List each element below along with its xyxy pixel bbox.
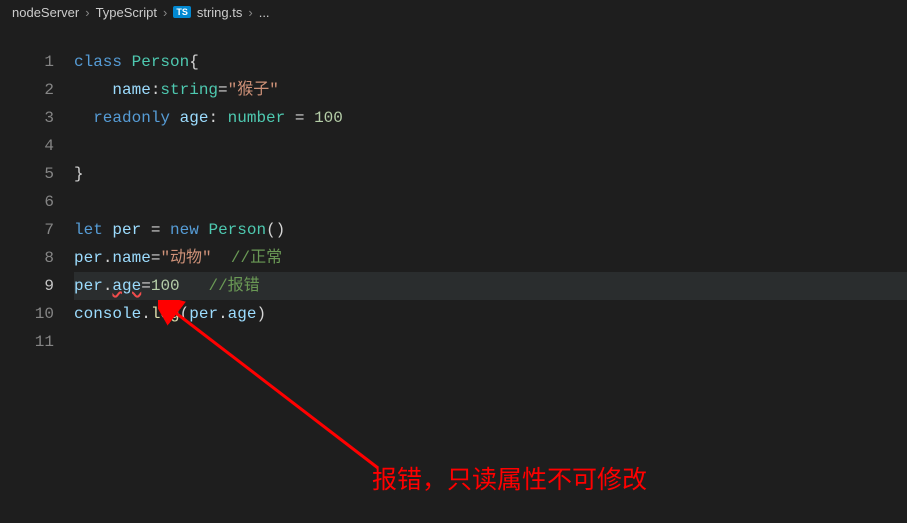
line-number[interactable]: 5 [0, 160, 54, 188]
chevron-right-icon: › [163, 5, 167, 20]
code-line [74, 328, 907, 356]
line-number[interactable]: 7 [0, 216, 54, 244]
breadcrumb-folder[interactable]: TypeScript [96, 5, 157, 20]
code-line-active: per.age=100 //报错 [74, 272, 907, 300]
line-number[interactable]: 4 [0, 132, 54, 160]
code-content[interactable]: class Person{ name:string="猴子" readonly … [74, 48, 907, 356]
line-number[interactable]: 8 [0, 244, 54, 272]
code-line: } [74, 160, 907, 188]
code-line: readonly age: number = 100 [74, 104, 907, 132]
code-line: name:string="猴子" [74, 76, 907, 104]
code-line: let per = new Person() [74, 216, 907, 244]
line-gutter: 1 2 3 4 5 6 7 8 9 10 11 [0, 48, 74, 356]
code-line: class Person{ [74, 48, 907, 76]
line-number[interactable]: 1 [0, 48, 54, 76]
chevron-right-icon: › [248, 5, 252, 20]
breadcrumb: nodeServer › TypeScript › TS string.ts ›… [0, 0, 907, 24]
code-line [74, 132, 907, 160]
code-editor[interactable]: 1 2 3 4 5 6 7 8 9 10 11 class Person{ na… [0, 24, 907, 356]
annotation-text: 报错，只读属性不可修改 [372, 460, 647, 496]
code-line [74, 188, 907, 216]
line-number[interactable]: 10 [0, 300, 54, 328]
error-token: age [112, 277, 141, 295]
breadcrumb-folder[interactable]: nodeServer [12, 5, 79, 20]
chevron-right-icon: › [85, 5, 89, 20]
line-number[interactable]: 9 [0, 272, 54, 300]
line-number[interactable]: 3 [0, 104, 54, 132]
breadcrumb-more[interactable]: ... [259, 5, 270, 20]
line-number[interactable]: 6 [0, 188, 54, 216]
code-line: per.name="动物" //正常 [74, 244, 907, 272]
breadcrumb-file[interactable]: string.ts [197, 5, 243, 20]
line-number[interactable]: 11 [0, 328, 54, 356]
line-number[interactable]: 2 [0, 76, 54, 104]
typescript-file-icon: TS [173, 6, 191, 18]
code-line: console.log(per.age) [74, 300, 907, 328]
